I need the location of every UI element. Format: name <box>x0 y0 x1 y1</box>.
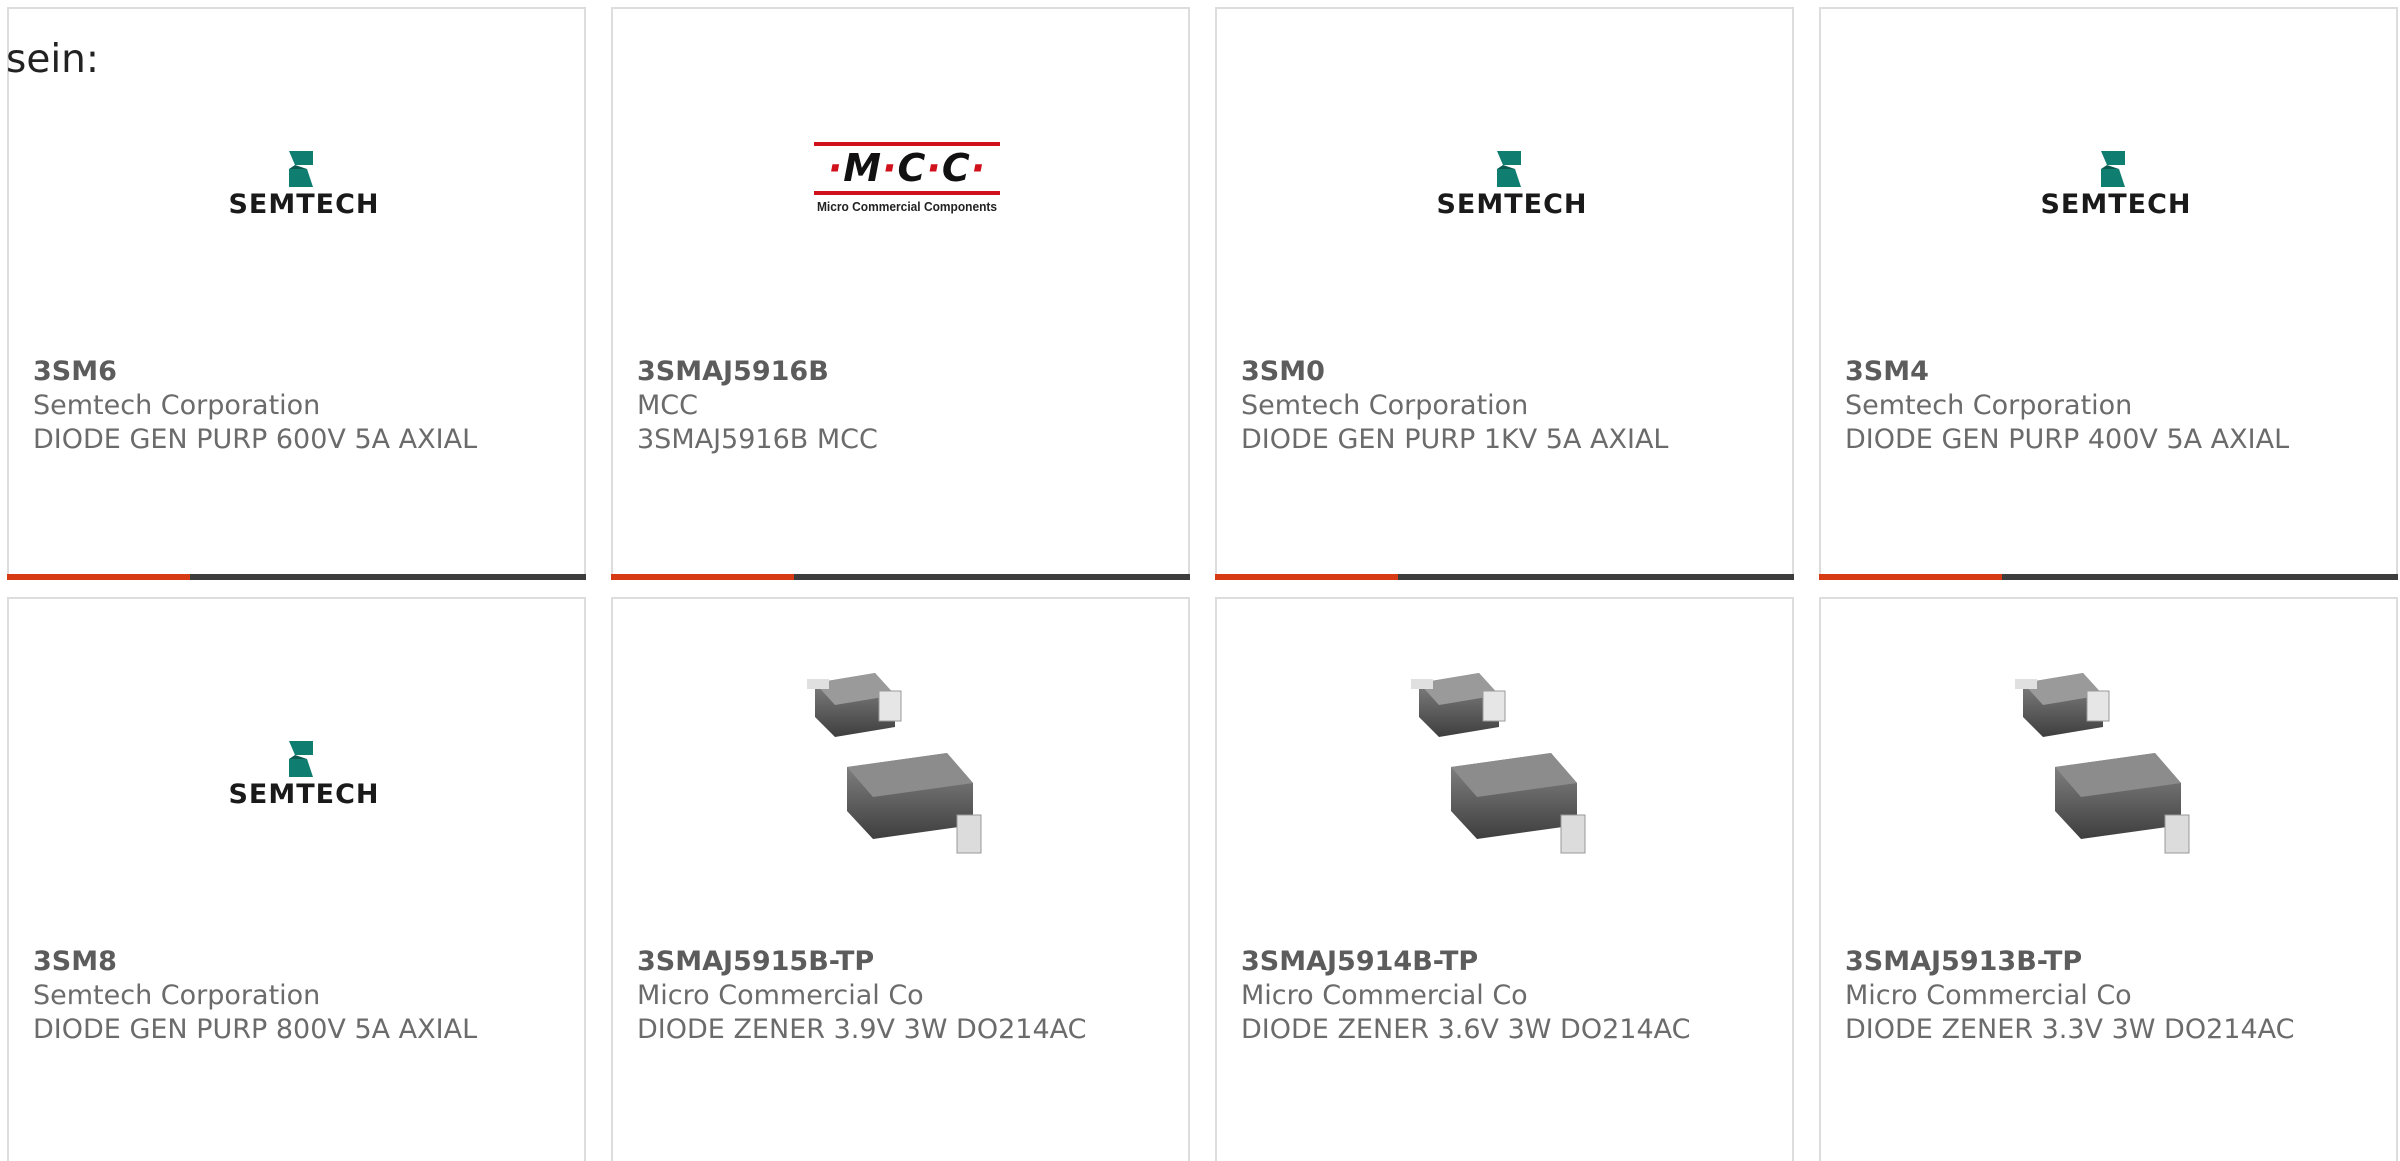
product-card[interactable]: SEMTECH 3SM8 Semtech Corporation DIODE G… <box>7 597 586 1161</box>
diode-package-icon <box>2015 673 2190 854</box>
intro-text: sein: <box>6 37 100 82</box>
part-number[interactable]: 3SMAJ5913B-TP <box>1845 945 2386 979</box>
semtech-wordmark: SEMTECH <box>2040 189 2192 220</box>
product-image: ·M·C·C· Micro Commercial Components <box>613 9 1188 339</box>
product-card[interactable]: 3SMAJ5913B-TP Micro Commercial Co DIODE … <box>1819 597 2398 1161</box>
manufacturer: Semtech Corporation <box>1845 390 2133 421</box>
product-image: SEMTECH <box>9 599 584 929</box>
part-number[interactable]: 3SM0 <box>1241 355 1782 389</box>
semtech-logo: SEMTECH <box>199 741 409 811</box>
semtech-wordmark: SEMTECH <box>1436 189 1588 220</box>
mcc-logo: ·M·C·C· Micro Commercial Components <box>807 137 1007 227</box>
product-image: SEMTECH <box>1217 9 1792 339</box>
part-number[interactable]: 3SMAJ5914B-TP <box>1241 945 1782 979</box>
product-grid: SEMTECH 3SM6 Semtech Corporation DIODE G… <box>0 0 2400 1161</box>
semtech-logo: SEMTECH <box>199 151 409 221</box>
manufacturer: Semtech Corporation <box>33 980 321 1011</box>
product-image <box>613 599 1188 929</box>
manufacturer: Semtech Corporation <box>33 390 321 421</box>
diode-package-icon <box>1411 673 1586 854</box>
manufacturer: Semtech Corporation <box>1241 390 1529 421</box>
part-number[interactable]: 3SM4 <box>1845 355 2386 389</box>
description: DIODE GEN PURP 1KV 5A AXIAL <box>1241 424 1669 455</box>
part-number[interactable]: 3SMAJ5915B-TP <box>637 945 1178 979</box>
manufacturer: Micro Commercial Co <box>1845 980 2132 1011</box>
part-number[interactable]: 3SMAJ5916B <box>637 355 1178 389</box>
product-card[interactable]: SEMTECH 3SM6 Semtech Corporation DIODE G… <box>7 7 586 580</box>
product-card[interactable]: SEMTECH 3SM0 Semtech Corporation DIODE G… <box>1215 7 1794 580</box>
product-card[interactable]: ·M·C·C· Micro Commercial Components 3SMA… <box>611 7 1190 580</box>
card-bottom-bar <box>611 574 1190 580</box>
description: DIODE GEN PURP 600V 5A AXIAL <box>33 424 478 455</box>
part-number[interactable]: 3SM6 <box>33 355 574 389</box>
diode-package-icon <box>807 673 982 854</box>
product-card[interactable]: SEMTECH 3SM4 Semtech Corporation DIODE G… <box>1819 7 2398 580</box>
description: DIODE GEN PURP 800V 5A AXIAL <box>33 1014 478 1045</box>
semtech-wordmark: SEMTECH <box>228 779 380 810</box>
description: DIODE ZENER 3.9V 3W DO214AC <box>637 1014 1087 1045</box>
semtech-s-mark-icon <box>1497 151 1521 187</box>
product-card[interactable]: 3SMAJ5915B-TP Micro Commercial Co DIODE … <box>611 597 1190 1161</box>
manufacturer: Micro Commercial Co <box>1241 980 1528 1011</box>
card-bottom-bar <box>1215 574 1794 580</box>
manufacturer: Micro Commercial Co <box>637 980 924 1011</box>
description: DIODE ZENER 3.6V 3W DO214AC <box>1241 1014 1691 1045</box>
part-number[interactable]: 3SM8 <box>33 945 574 979</box>
product-card[interactable]: 3SMAJ5914B-TP Micro Commercial Co DIODE … <box>1215 597 1794 1161</box>
manufacturer: MCC <box>637 390 699 421</box>
semtech-s-mark-icon <box>289 741 313 777</box>
product-image <box>1821 599 2396 929</box>
semtech-wordmark: SEMTECH <box>228 189 380 220</box>
card-bottom-bar <box>1819 574 2398 580</box>
product-image: SEMTECH <box>1821 9 2396 339</box>
description: DIODE ZENER 3.3V 3W DO214AC <box>1845 1014 2295 1045</box>
mcc-tagline: Micro Commercial Components <box>816 199 998 214</box>
semtech-logo: SEMTECH <box>1407 151 1617 221</box>
semtech-logo: SEMTECH <box>2011 151 2221 221</box>
description: 3SMAJ5916B MCC <box>637 424 878 455</box>
description: DIODE GEN PURP 400V 5A AXIAL <box>1845 424 2290 455</box>
product-image <box>1217 599 1792 929</box>
semtech-s-mark-icon <box>289 151 313 187</box>
card-bottom-bar <box>7 574 586 580</box>
semtech-s-mark-icon <box>2101 151 2125 187</box>
